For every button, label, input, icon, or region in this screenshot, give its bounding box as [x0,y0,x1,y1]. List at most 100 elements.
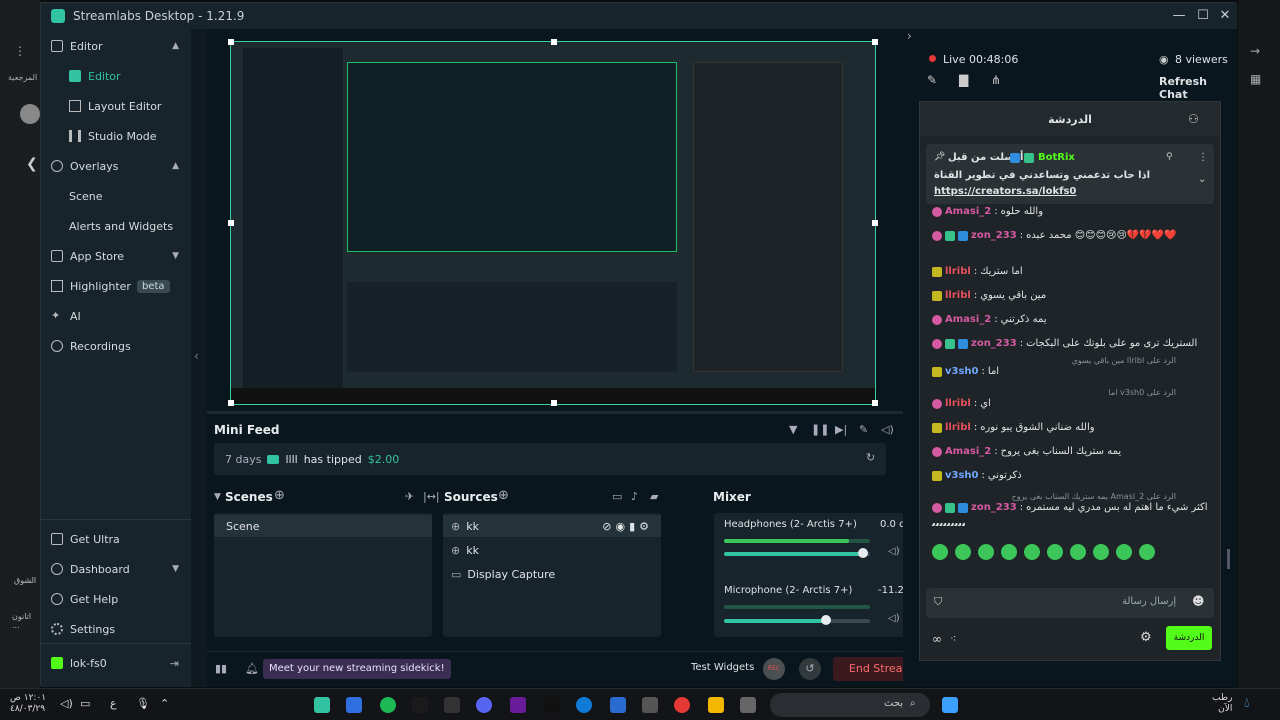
sidebar-item-settings[interactable]: Settings [41,615,191,643]
add-scene-icon[interactable]: ⊕ [274,488,285,503]
sidebar-item-get-ultra[interactable]: Get Ultra [41,525,191,553]
users-icon[interactable]: ⚇ [1188,112,1199,126]
volume-slider[interactable] [724,615,870,625]
logout-icon[interactable]: ⇥ [170,657,179,670]
expand-icon[interactable]: ⌄ [1198,174,1206,185]
resize-handle[interactable] [872,400,878,406]
resize-handle[interactable] [551,400,557,406]
volume-icon[interactable]: ◁) [60,697,73,710]
weather-widget[interactable]: رطب الآن [1212,693,1232,715]
chat-user[interactable]: Amasi_2 [945,446,991,457]
sidebar-item-user[interactable]: lok-fs0 ⇥ [41,649,191,677]
more-icon[interactable]: ⋮ [1198,152,1208,163]
sidebar-item-ai[interactable]: ✦ AI [41,302,191,330]
stream-preview[interactable] [228,39,878,406]
discord-icon[interactable] [476,697,492,713]
chevron-down-icon[interactable]: ▼ [214,492,221,502]
dots-icon[interactable]: ⁖ [950,632,956,645]
app-taskbar-icon[interactable] [740,697,756,713]
filter-icon[interactable]: ▼ [789,423,797,436]
volume-slider[interactable] [724,548,870,558]
sidebar-item-overlays[interactable]: Overlays ▲ [41,152,191,180]
speaker-icon[interactable]: ◁) [888,613,900,624]
scene-item[interactable]: Scene [214,515,432,537]
volume-slider-knob[interactable] [857,548,868,558]
speaker-icon[interactable]: ◁) [888,546,900,557]
sidebar-item-app-store[interactable]: App Store ▼ [41,242,191,270]
chat-user[interactable]: llribl [945,266,971,277]
grid-icon[interactable]: ▦ [1250,72,1261,86]
edge-icon[interactable] [576,697,592,713]
gear-icon[interactable]: ⚙ [1140,630,1152,645]
audio-icon[interactable]: ♪ [631,490,638,503]
resize-handle[interactable] [872,220,878,226]
forward-arrow-icon[interactable]: → [1250,44,1260,58]
volume-slider-knob[interactable] [821,615,832,625]
sidebar-item-scene[interactable]: Scene [41,182,191,210]
search-box[interactable]: بحث ⌕ [770,693,930,717]
sidebar-item-studio-mode[interactable]: Studio Mode [41,122,191,150]
shield-icon[interactable]: ⛉ [934,595,942,609]
chat-user[interactable]: Amasi_2 [945,206,991,217]
sidebar-item-editor-sub[interactable]: Editor [41,62,191,90]
chat-tab[interactable]: الدردشة [920,102,1220,136]
chat-user[interactable]: llribl [945,422,971,433]
mic-icon[interactable]: 🎙︎ [136,697,150,710]
chevron-left-icon[interactable]: ‹ [194,349,199,363]
transition-icon[interactable]: ✈ [405,490,414,503]
menu-dots-icon[interactable]: ⋮ [14,44,26,58]
sidebar-item-dashboard[interactable]: Dashboard ▼ [41,555,191,583]
rec-button[interactable]: REC [763,658,785,680]
close-icon[interactable]: ✕ [1213,3,1237,29]
app-taskbar-icon[interactable] [510,697,526,713]
video-icon[interactable]: ▇ [959,73,968,87]
chevron-up-icon[interactable]: ▲ [172,161,179,171]
pause-icon[interactable]: ❚❚ [811,423,829,436]
store-icon[interactable] [610,697,626,713]
resize-handle[interactable] [872,39,878,45]
language-icon[interactable]: ع [110,697,117,710]
replay-buffer-icon[interactable]: ↺ [799,658,821,680]
unpin-icon[interactable]: ⚲ [1166,152,1173,162]
skip-icon[interactable]: ▶| [835,423,847,436]
minimize-icon[interactable]: — [1167,3,1191,29]
chat-scrollbar[interactable] [1227,549,1230,569]
sidebar-item-get-help[interactable]: Get Help [41,585,191,613]
streamlabs-taskbar-icon[interactable] [314,697,330,713]
chat-user[interactable]: zon_233 [971,338,1017,349]
spotify-icon[interactable] [380,697,396,713]
chevron-down-icon[interactable]: ▼ [172,564,179,574]
scene-split-icon[interactable]: |↔| [423,490,440,503]
sidekick-banner[interactable]: Meet your new streaming sidekick! [263,659,451,679]
app-taskbar-icon[interactable] [544,697,560,713]
chevron-right-icon[interactable]: › [907,29,912,43]
chrome-icon[interactable] [674,697,690,713]
sidebar-item-editor[interactable]: Editor ▲ [41,32,191,60]
chevron-up-icon[interactable]: ⌃ [160,697,169,710]
sidebar-item-alerts-widgets[interactable]: Alerts and Widgets [41,212,191,240]
emoji-icon[interactable]: ☻ [1192,594,1205,608]
replay-icon[interactable]: ↻ [866,451,875,464]
bell-icon[interactable]: 🔔︎ [245,662,259,675]
source-item[interactable]: ▭ Display Capture [443,563,555,585]
stats-icon[interactable]: ▮▮ [215,662,227,675]
source-item[interactable]: ⊕ kk ⊘◉▮⚙ [443,515,661,537]
chat-user[interactable]: Amasi_2 [945,314,991,325]
resize-handle[interactable] [228,400,234,406]
resize-handle[interactable] [228,39,234,45]
chat-user[interactable]: llribl [945,290,971,301]
refresh-chat-button[interactable]: Refresh Chat [1159,75,1237,101]
infinity-icon[interactable]: ∞ [932,632,942,646]
maximize-icon[interactable]: ☐ [1191,3,1215,29]
volume-icon[interactable]: ◁) [881,423,894,436]
sidebar-item-highlighter[interactable]: Highlighter beta [41,272,191,300]
resize-handle[interactable] [228,220,234,226]
app-taskbar-icon[interactable] [412,697,428,713]
chevron-up-icon[interactable]: ▲ [172,41,179,51]
app-taskbar-icon[interactable] [444,697,460,713]
chat-input[interactable]: ⛉ إرسال رسالة ☻ [926,588,1214,618]
share-icon[interactable]: ⋔ [991,73,1001,87]
chevron-down-icon[interactable]: ▼ [172,251,179,261]
app-taskbar-icon[interactable] [642,697,658,713]
folder-icon[interactable]: ▰ [650,490,658,503]
